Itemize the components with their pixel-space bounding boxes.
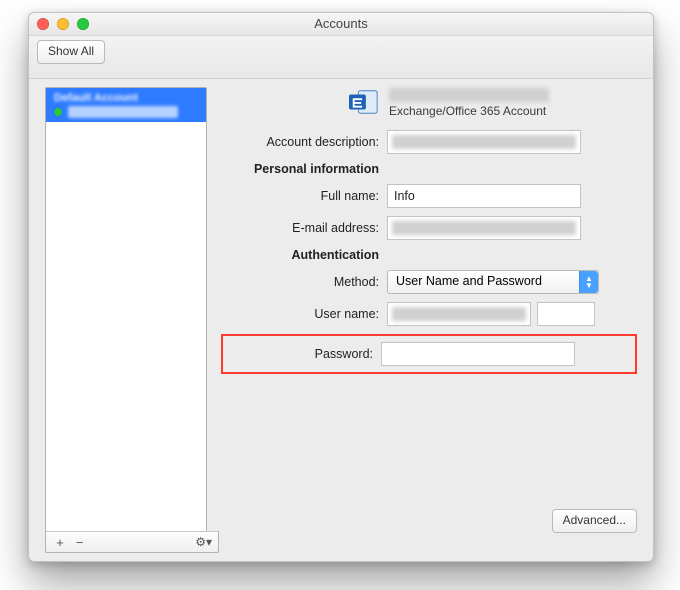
account-title-label — [389, 88, 549, 102]
window-title: Accounts — [29, 13, 653, 35]
remove-account-button[interactable]: − — [72, 535, 88, 550]
zoom-window-icon[interactable] — [77, 18, 89, 30]
account-name-label — [68, 106, 178, 118]
account-list-header: Default Account — [54, 92, 198, 104]
status-dot-icon — [54, 108, 62, 116]
account-detail-pane: Exchange/Office 365 Account Account desc… — [229, 87, 637, 533]
minimize-window-icon[interactable] — [57, 18, 69, 30]
full-name-label: Full name: — [229, 189, 379, 203]
username-field[interactable] — [387, 302, 531, 326]
account-form: Account description: Personal informatio… — [229, 130, 637, 374]
account-list-item[interactable]: Default Account — [46, 88, 206, 122]
accounts-sidebar[interactable]: Default Account — [45, 87, 207, 533]
method-label: Method: — [229, 275, 379, 289]
method-select-value: User Name and Password — [396, 274, 542, 288]
show-all-button[interactable]: Show All — [37, 40, 105, 64]
add-account-button[interactable]: + — [52, 535, 68, 550]
username-label: User name: — [229, 307, 379, 321]
personal-information-section-label: Personal information — [229, 162, 379, 176]
traffic-lights — [37, 18, 89, 30]
sidebar-footer: + − ⚙︎▾ — [45, 531, 219, 553]
method-select[interactable]: User Name and Password ▲▼ — [387, 270, 599, 294]
password-label: Password: — [223, 347, 373, 361]
username-suffix-field[interactable] — [537, 302, 595, 326]
exchange-icon — [349, 87, 379, 117]
content-area: Default Account + − ⚙︎▾ Exchan — [29, 73, 653, 561]
titlebar: Accounts — [29, 13, 653, 36]
accounts-preferences-window: Accounts Show All Default Account + − ⚙︎… — [28, 12, 654, 562]
password-row-highlight: Password: — [221, 334, 637, 374]
password-field[interactable] — [381, 342, 575, 366]
account-description-field[interactable] — [387, 130, 581, 154]
account-description-label: Account description: — [229, 135, 379, 149]
full-name-field[interactable] — [387, 184, 581, 208]
advanced-button[interactable]: Advanced... — [552, 509, 637, 533]
close-window-icon[interactable] — [37, 18, 49, 30]
sidebar-gear-menu[interactable]: ⚙︎▾ — [195, 535, 212, 549]
email-address-label: E-mail address: — [229, 221, 379, 235]
email-address-field[interactable] — [387, 216, 581, 240]
authentication-section-label: Authentication — [229, 248, 379, 262]
select-stepper-icon: ▲▼ — [579, 271, 598, 293]
account-type-label: Exchange/Office 365 Account — [389, 104, 549, 118]
